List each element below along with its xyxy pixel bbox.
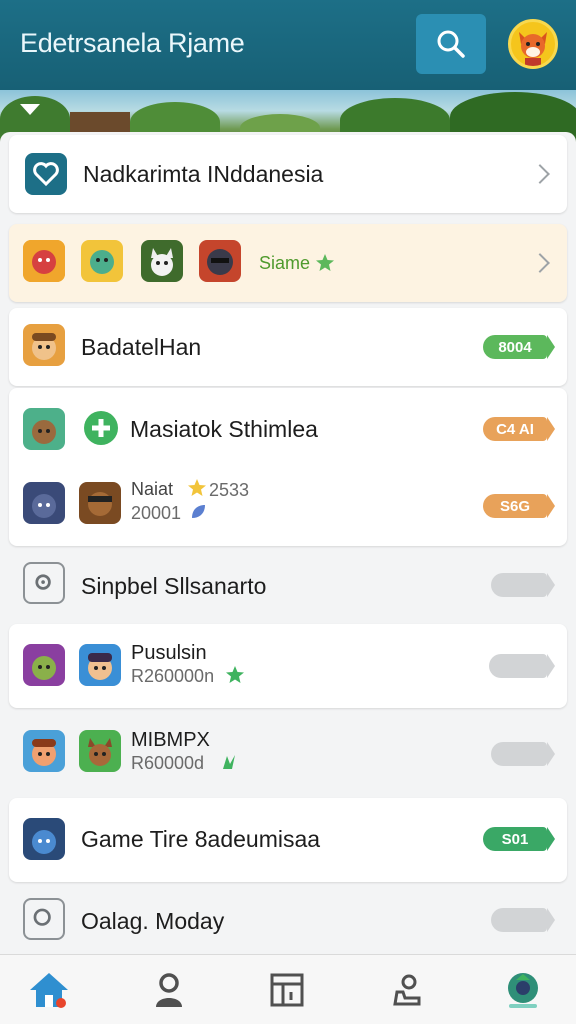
heart-icon [25,153,67,195]
item-label: Masiatok Sthimlea [130,416,318,442]
featured-card[interactable]: Nadkarimta INddanesia [9,135,567,213]
character-avatar-icon [79,644,121,686]
nav-profile[interactable] [146,967,192,1013]
character-avatar-icon [23,730,65,772]
person-icon [156,973,182,1007]
app-title: Edetrsanela Rjame [20,28,245,58]
item-label: MIBMPX [131,729,210,751]
item-label: Oalag. Moday [81,908,225,934]
character-avatar-icon [23,324,65,366]
list-item-group[interactable]: Masiatok Sthimlea C4 AI Naiat 2533 20001… [9,388,567,546]
list-item[interactable]: Pusulsin R260000n [9,624,567,708]
character-avatar-icon [23,240,65,282]
featured-label: Nadkarimta INddanesia [83,161,324,187]
list-item[interactable]: BadatelHan 8004 [9,308,567,386]
board-icon [270,973,304,1007]
globe-icon [508,973,538,1008]
fox-avatar-icon [519,32,547,66]
status-badge: S6G [483,494,555,518]
list-item[interactable]: MIBMPX R60000d [9,712,567,796]
trophy-icon [393,974,421,1006]
nav-board[interactable] [264,967,310,1013]
character-avatar-icon [23,644,65,686]
nav-globe[interactable] [500,967,546,1013]
bottom-navigation [0,954,576,1024]
list-item[interactable]: Game Tire 8adeumisaa S01 [9,798,567,882]
team-card[interactable]: Siame [9,224,567,302]
leaf-icon [192,505,205,518]
team-label: Siame [259,253,311,273]
status-badge [491,742,555,766]
item-sub: R260000n [131,666,215,686]
status-badge: C4 AI [483,417,555,441]
character-avatar-icon [23,408,65,450]
star-icon [188,479,206,496]
character-avatar-icon [199,240,241,282]
list-item[interactable]: Sinpbel Sllsanarto [9,550,567,620]
content-list: Nadkarimta INddanesia Siame BadatelHan 8… [0,132,576,954]
item-label: Game Tire 8adeumisaa [81,826,321,852]
leaf-icon [223,755,235,769]
character-avatar-icon [79,482,121,524]
star-icon [226,666,244,683]
home-icon [30,973,68,1008]
search-button[interactable] [416,14,486,74]
character-avatar-icon [141,240,183,282]
settings-box-icon [23,562,65,604]
status-badge [489,654,555,678]
add-icon[interactable] [83,410,119,446]
character-avatar-icon [23,818,65,860]
collapse-toggle-icon[interactable] [20,104,40,115]
status-badge [491,908,555,932]
status-badge: 8004 [483,335,555,359]
status-badge: S01 [483,827,555,851]
item-sub: 20001 [131,503,182,523]
search-icon [437,30,465,58]
item-label: Pusulsin [131,642,207,664]
item-label: Naiat [131,479,174,499]
profile-avatar[interactable] [508,19,558,69]
chevron-right-icon [530,253,550,273]
top-app-bar: Edetrsanela Rjame [0,0,576,90]
item-stat: 2533 [209,480,250,500]
character-avatar-icon [81,240,123,282]
circle-box-icon [23,898,65,940]
character-avatar-icon [23,482,65,524]
star-icon [316,254,334,271]
nav-achievements[interactable] [384,967,430,1013]
list-item[interactable]: Oalag. Moday [9,884,567,954]
character-avatar-icon [79,730,121,772]
item-label: Sinpbel Sllsanarto [81,573,267,599]
status-badge [491,573,555,597]
chevron-right-icon [530,164,550,184]
item-label: BadatelHan [81,334,202,360]
item-sub: R60000d [131,753,205,773]
nav-home[interactable] [26,967,72,1013]
